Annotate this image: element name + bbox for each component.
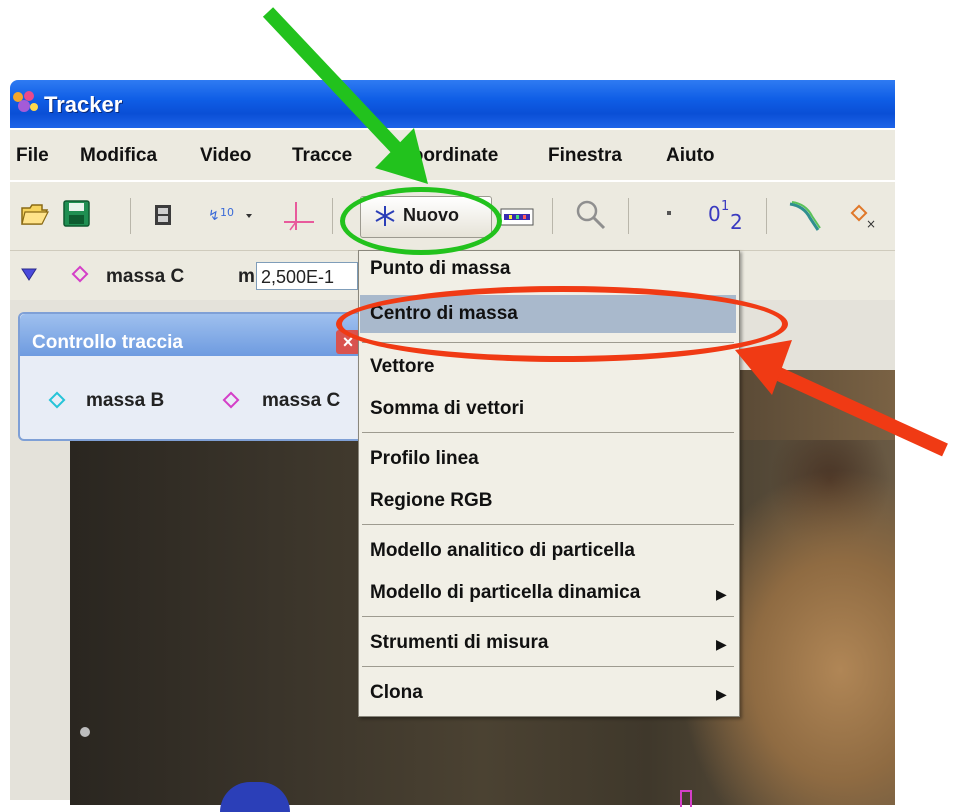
- red-arrow: [735, 340, 948, 457]
- annotation-arrows: [262, 7, 948, 457]
- green-arrow: [262, 7, 428, 184]
